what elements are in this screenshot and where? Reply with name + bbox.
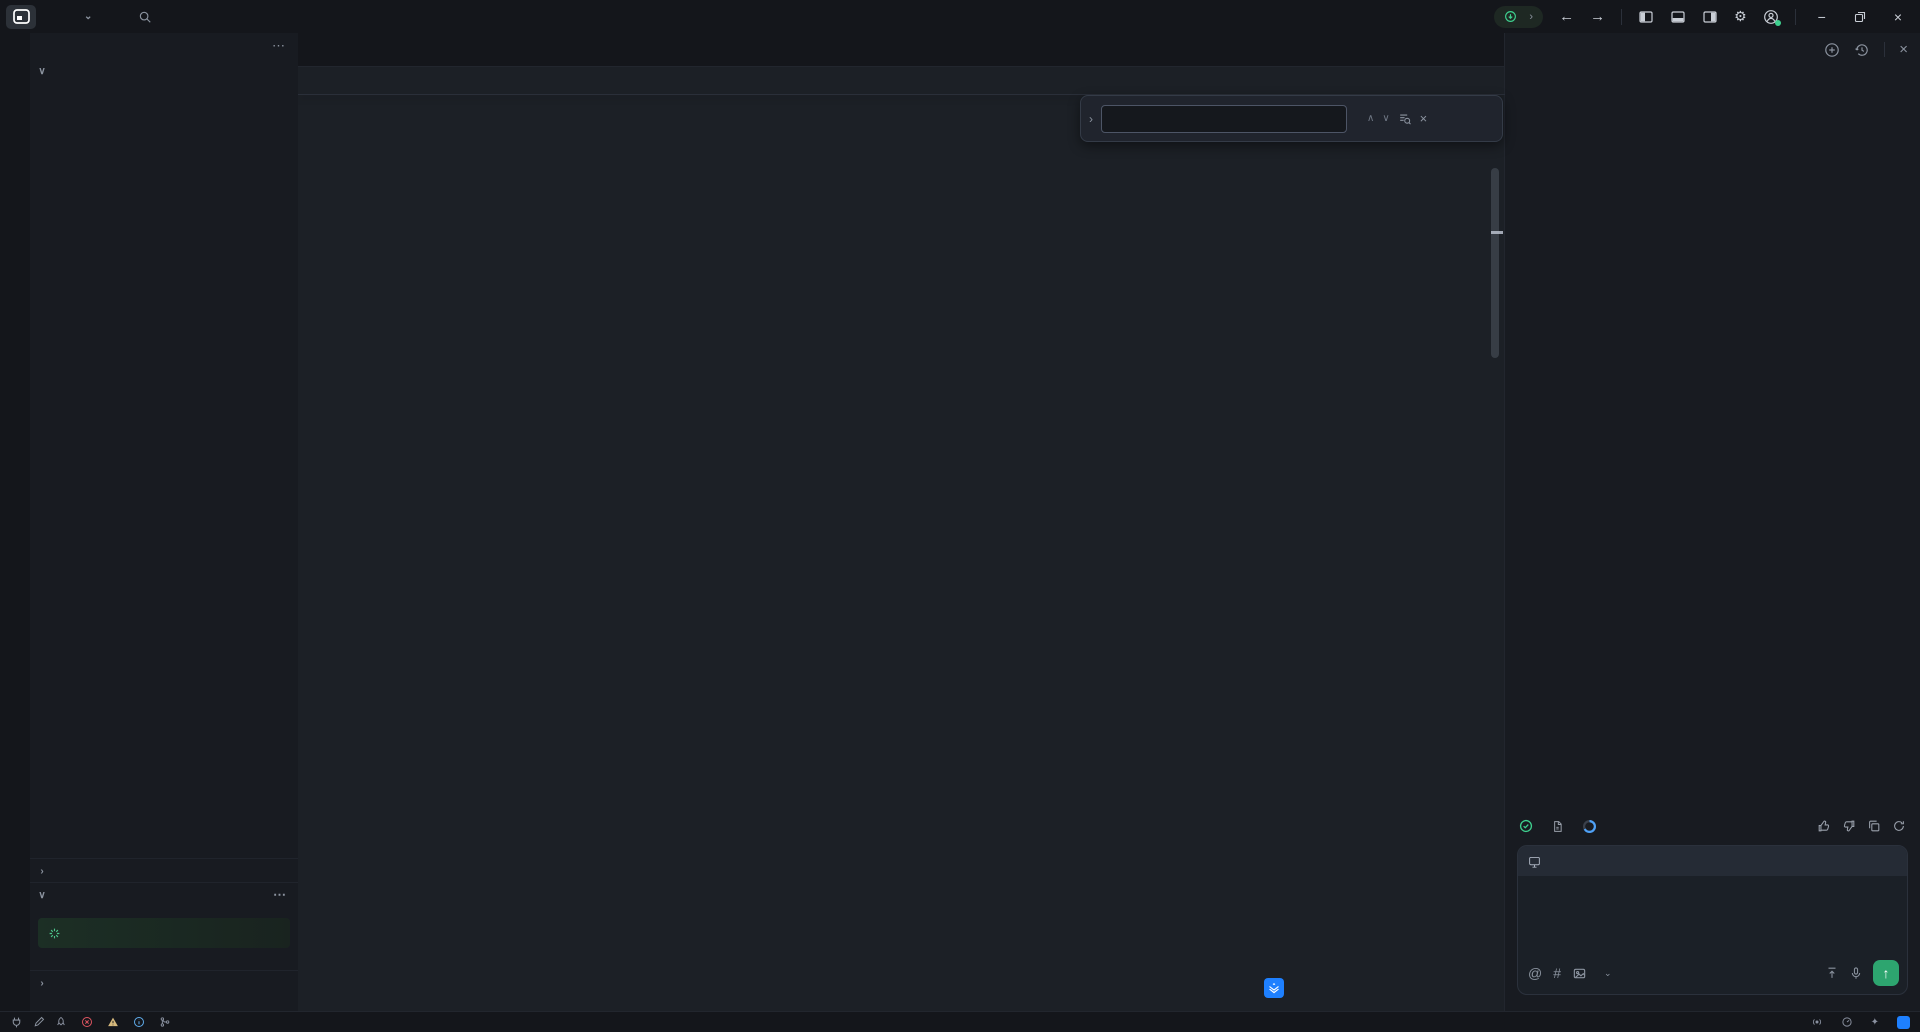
explorer-more-icon[interactable]: ⋯ <box>272 38 286 54</box>
title-bar: ⌄ › ← → ⚙ − × <box>0 0 1920 33</box>
restart-update-button[interactable]: › <box>1494 6 1543 28</box>
chevron-right-icon: › <box>1529 11 1533 23</box>
find-input[interactable] <box>1101 105 1347 133</box>
launchpad-item[interactable] <box>55 1016 71 1028</box>
divider <box>1621 9 1622 25</box>
project-switcher[interactable]: ⌄ <box>79 11 92 22</box>
problems-warnings[interactable] <box>107 1016 123 1028</box>
scrollbar-cursor-marker <box>1491 231 1503 234</box>
cuepro-section-header[interactable]: ∨ ⋯ <box>30 882 298 907</box>
edit-icon[interactable] <box>33 1016 45 1028</box>
extension-badge[interactable] <box>1897 1016 1910 1029</box>
cuepro-hint <box>30 907 298 910</box>
chevron-down-icon: ∨ <box>36 66 48 77</box>
close-window-button[interactable]: × <box>1888 9 1908 25</box>
thumbs-down-icon[interactable] <box>1842 819 1856 833</box>
divider <box>1884 42 1885 57</box>
git-graph-item[interactable] <box>159 1016 175 1028</box>
tab-bar <box>298 33 1505 67</box>
user-avatar[interactable] <box>1763 9 1779 25</box>
global-search[interactable] <box>138 10 158 24</box>
breadcrumb <box>298 67 1505 95</box>
words-section-header[interactable]: › <box>30 970 298 995</box>
explorer-panel: ⋯ ∨ › ∨ ⋯ › <box>30 33 299 1012</box>
agent-selector[interactable] <box>1518 846 1907 876</box>
titlebar-right: › ← → ⚙ − × <box>1494 6 1920 28</box>
voice-input-icon[interactable] <box>1849 966 1863 980</box>
watermark <box>1256 978 1292 998</box>
timeline-section: › <box>30 858 298 883</box>
ide-window: ⌄ › ← → ⚙ − × <box>0 0 1920 1032</box>
toggle-left-panel-button[interactable] <box>1638 9 1654 25</box>
mention-icon[interactable]: @ <box>1528 965 1542 981</box>
hashtag-icon[interactable]: # <box>1553 965 1561 981</box>
cue-item[interactable]: ✦ <box>1871 1017 1883 1028</box>
copy-icon[interactable] <box>1867 819 1881 833</box>
usage-item[interactable] <box>1841 1016 1857 1028</box>
restore-button[interactable] <box>1848 11 1872 23</box>
cuepro-section: ∨ ⋯ › <box>30 882 298 1012</box>
send-message-button[interactable]: ↑ <box>1873 960 1899 986</box>
divider <box>1795 9 1796 25</box>
code-changes-button[interactable] <box>1551 820 1569 833</box>
model-selector[interactable]: ⌄ <box>1600 968 1612 979</box>
forward-button[interactable]: → <box>1590 8 1605 25</box>
app-logo-icon[interactable] <box>6 5 36 29</box>
new-chat-icon[interactable] <box>1824 42 1840 58</box>
chat-transcript <box>1505 66 1920 808</box>
code-viewport[interactable] <box>298 94 1505 1012</box>
toggle-right-panel-button[interactable] <box>1702 9 1718 25</box>
editor-scrollbar[interactable] <box>1491 168 1499 358</box>
online-status-dot <box>1775 20 1781 26</box>
remote-indicator-icon[interactable] <box>10 1016 23 1029</box>
find-expand-chevron[interactable]: › <box>1089 112 1093 126</box>
find-previous-button[interactable]: ∧ <box>1367 113 1374 124</box>
cuepro-progress <box>38 918 290 948</box>
close-panel-icon[interactable]: × <box>1899 41 1908 58</box>
settings-gear-icon[interactable]: ⚙ <box>1734 8 1747 25</box>
chat-input-placeholder <box>1518 876 1907 896</box>
find-next-button[interactable]: ∨ <box>1382 113 1389 124</box>
search-icon <box>138 10 152 24</box>
retry-icon[interactable] <box>1892 819 1906 833</box>
editor-area: › ∧ ∨ × <box>298 33 1505 1012</box>
chat-input-box[interactable]: @ # ⌄ ↑ <box>1517 845 1908 995</box>
problems-errors[interactable] <box>81 1016 97 1028</box>
timeline-section-header[interactable]: › <box>30 858 298 883</box>
trae-ai-panel: × @ # <box>1504 33 1920 1012</box>
minimize-button[interactable]: − <box>1812 9 1832 25</box>
problems-infos[interactable] <box>133 1016 149 1028</box>
chevron-down-icon: ⌄ <box>84 11 92 22</box>
find-widget: › ∧ ∨ × <box>1080 95 1503 142</box>
status-bar: ✦ <box>0 1011 1920 1032</box>
toggle-bottom-panel-button[interactable] <box>1670 9 1686 25</box>
attach-image-icon[interactable] <box>1572 966 1587 981</box>
enhance-prompt-icon[interactable] <box>1825 966 1839 980</box>
back-button[interactable]: ← <box>1559 8 1574 25</box>
go-live-item[interactable] <box>1811 1016 1827 1028</box>
activity-bar <box>0 33 30 1012</box>
chat-history-icon[interactable] <box>1854 42 1870 58</box>
cuepro-more-icon[interactable]: ⋯ <box>273 887 292 903</box>
juejin-logo-icon <box>1264 978 1284 998</box>
chat-result-bar <box>1505 811 1920 841</box>
find-close-icon[interactable]: × <box>1420 111 1428 126</box>
find-in-selection-icon[interactable] <box>1398 112 1412 126</box>
files-section-header[interactable]: ∨ <box>30 59 298 83</box>
thumbs-up-icon[interactable] <box>1817 819 1831 833</box>
